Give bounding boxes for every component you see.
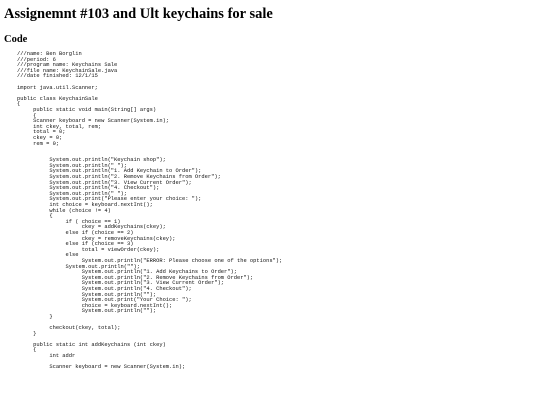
code-line: public static void main(String[] args) bbox=[17, 106, 157, 113]
code-line: public static int addKeychains (int ckey… bbox=[17, 341, 166, 348]
section-heading-code: Code bbox=[4, 34, 28, 45]
code-line: Scanner keyboard = new Scanner(System.in… bbox=[17, 364, 186, 371]
code-line: import java.util.Scanner; bbox=[17, 84, 98, 91]
code-block: ///name: Ben Borglin ///period: 6 ///pro… bbox=[17, 51, 282, 371]
code-line: } bbox=[17, 330, 37, 337]
code-line: ///date finished: 12/1/15 bbox=[17, 73, 98, 80]
code-line: rem = 0; bbox=[17, 140, 60, 147]
code-line: public class KeychainSale bbox=[17, 95, 98, 102]
page-title: Assignemnt #103 and Ult keychains for sa… bbox=[4, 6, 273, 22]
code-line: int addr bbox=[17, 353, 76, 360]
code-line: } bbox=[17, 313, 53, 320]
